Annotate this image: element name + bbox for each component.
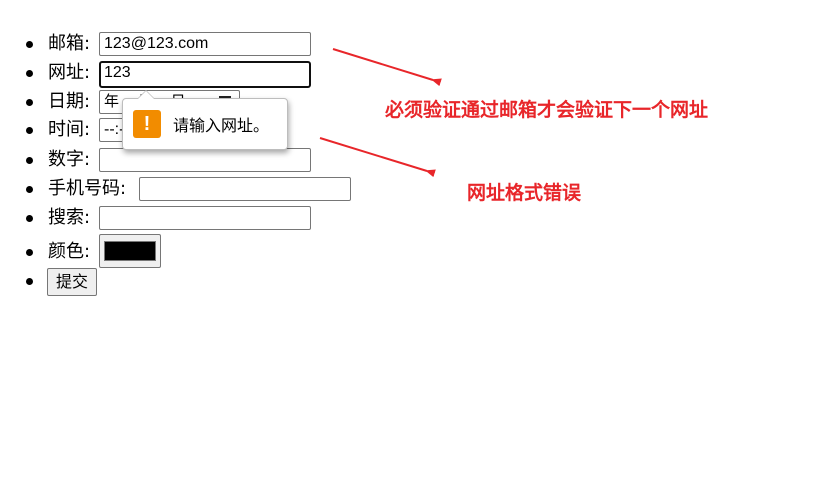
list-bullet xyxy=(26,69,33,77)
page: 邮箱: 123@123.com 网址: 123 日期: 年 -- 月 -- 日 … xyxy=(0,0,828,477)
exclamation-icon: ! xyxy=(133,110,161,138)
arrow-to-url xyxy=(319,137,436,178)
arrow-to-email xyxy=(332,48,442,87)
list-bullet xyxy=(26,40,33,48)
color-swatch xyxy=(104,241,156,261)
url-label: 网址: xyxy=(48,62,91,83)
phone-input[interactable] xyxy=(139,177,351,201)
list-bullet xyxy=(26,185,33,193)
annotation-url-format: 网址格式错误 xyxy=(467,182,582,204)
search-label: 搜索: xyxy=(48,207,91,228)
number-input[interactable] xyxy=(99,148,311,172)
list-bullet xyxy=(26,248,33,256)
phone-label: 手机号码: xyxy=(48,178,127,199)
submit-button[interactable]: 提交 xyxy=(47,268,98,296)
validation-message: 请输入网址。 xyxy=(173,116,270,135)
search-input[interactable] xyxy=(99,206,311,230)
annotation-email-first: 必须验证通过邮箱才会验证下一个网址 xyxy=(385,99,709,121)
list-bullet xyxy=(26,214,33,222)
list-bullet xyxy=(26,98,33,106)
time-label: 时间: xyxy=(48,119,91,140)
date-label: 日期: xyxy=(48,91,91,112)
url-input[interactable]: 123 xyxy=(99,61,311,88)
list-bullet xyxy=(26,126,33,134)
email-input[interactable]: 123@123.com xyxy=(99,32,311,56)
color-label: 颜色: xyxy=(48,241,91,262)
email-label: 邮箱: xyxy=(48,33,91,54)
number-label: 数字: xyxy=(48,149,91,170)
color-picker[interactable] xyxy=(99,234,161,268)
list-bullet xyxy=(26,156,33,164)
validation-tooltip: ! 请输入网址。 xyxy=(122,90,288,150)
list-bullet xyxy=(26,277,33,285)
